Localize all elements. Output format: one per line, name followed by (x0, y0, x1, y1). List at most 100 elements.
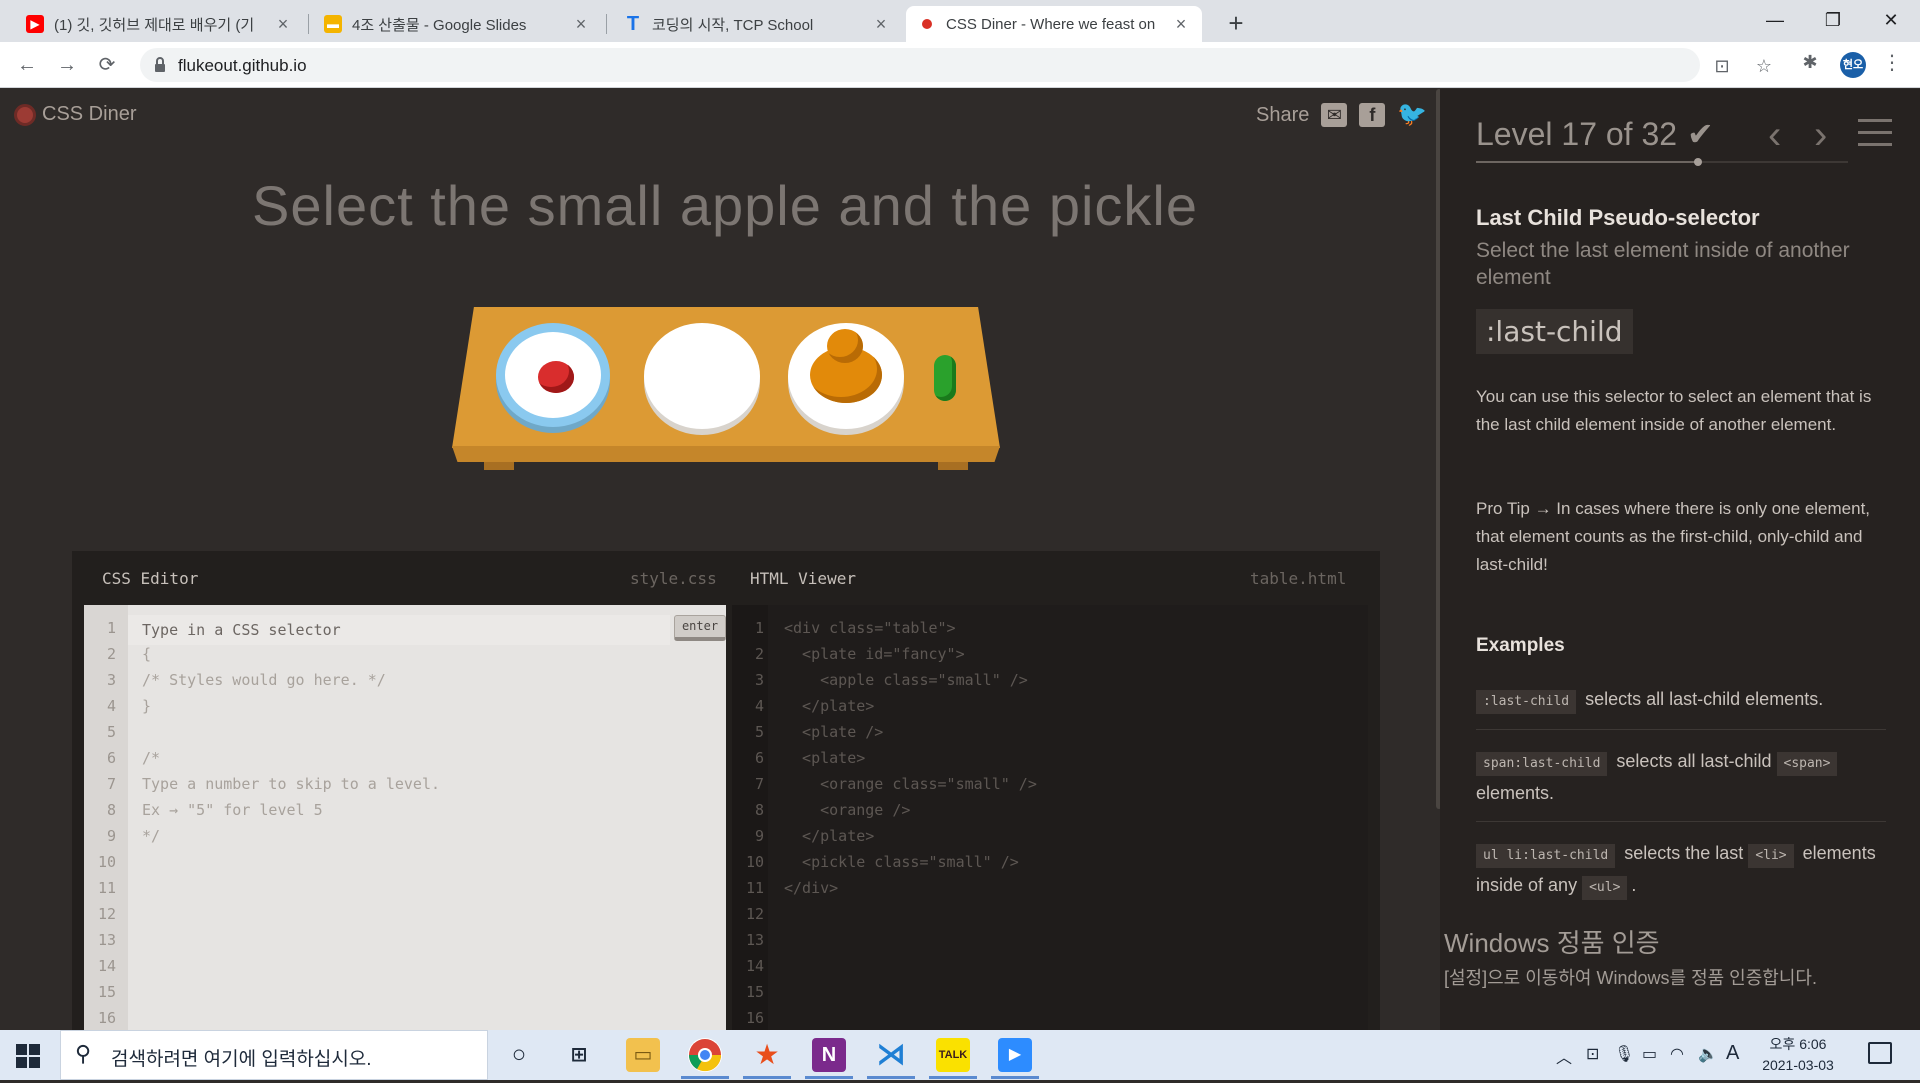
html-line[interactable]: <plate id="fancy"> (784, 645, 965, 663)
search-icon: ⚲ (75, 1041, 92, 1066)
translate-icon[interactable]: ⊡ (1710, 54, 1734, 78)
level-instruction: Select the small apple and the pickle (252, 174, 1198, 237)
close-tab-icon[interactable]: × (274, 14, 292, 35)
vscode-icon[interactable]: ⋊ (874, 1038, 908, 1072)
html-line[interactable]: </div> (784, 879, 838, 897)
close-tab-icon[interactable]: × (572, 14, 590, 35)
example-code: :last-child (1476, 690, 1577, 714)
notification-center-icon[interactable] (1868, 1042, 1892, 1064)
volume-icon[interactable]: 🔈 (1698, 1044, 1718, 1064)
cssdiner-icon (918, 15, 936, 33)
line-number: 10 (97, 853, 116, 871)
twitter-icon[interactable]: 🐦 (1397, 103, 1427, 127)
css-selector-input[interactable] (128, 615, 670, 645)
css-file-name: style.css (630, 569, 717, 588)
html-line[interactable]: <plate /> (784, 723, 883, 741)
logo-icon (14, 103, 36, 126)
empty-plate[interactable] (644, 323, 760, 429)
maximize-button[interactable]: ❐ (1810, 4, 1856, 36)
html-line[interactable]: </plate> (784, 697, 874, 715)
task-view-icon[interactable]: ⊞ (562, 1038, 596, 1072)
facebook-icon[interactable]: f (1359, 103, 1386, 127)
slides-icon: ▬ (324, 15, 342, 33)
previous-level-icon[interactable]: ‹ (1768, 113, 1781, 158)
address-bar[interactable]: flukeout.github.io ⊡ ☆ (140, 48, 1772, 82)
starred-app-icon[interactable]: ★ (750, 1038, 784, 1072)
line-number: 13 (97, 931, 116, 949)
kakaotalk-icon[interactable]: TALK (936, 1038, 970, 1072)
html-viewer-header: HTML Viewer table.html (732, 551, 1368, 605)
clock-time: 오후 6:06 (1769, 1036, 1827, 1052)
level-indicator[interactable]: Level 17 of 32 ✔ (1476, 115, 1714, 153)
example-text: selects the last (1624, 843, 1744, 863)
html-viewer-title: HTML Viewer (750, 569, 856, 588)
bookmark-star-icon[interactable]: ☆ (1752, 54, 1776, 78)
tab-separator (606, 14, 607, 34)
reload-button[interactable]: ⟳ (92, 50, 122, 80)
address-bar-row: ← → ⟳ flukeout.github.io ⊡ ☆ (0, 42, 1920, 88)
html-line[interactable]: <orange class="small" /> (784, 775, 1037, 793)
small-apple[interactable] (538, 361, 574, 393)
extensions-icon[interactable]: ✱ (1798, 50, 1822, 74)
tab-tcp-school[interactable]: T 코딩의 시작, TCP School × (612, 6, 902, 42)
tab-css-diner[interactable]: CSS Diner - Where we feast on × (906, 6, 1202, 42)
code-line: */ (142, 827, 161, 845)
html-line[interactable]: </plate> (784, 827, 874, 845)
site-logo[interactable]: CSS Diner (14, 103, 136, 126)
minimize-button[interactable]: — (1752, 4, 1798, 36)
microphone-icon[interactable]: 🎙 (1614, 1044, 1634, 1064)
onenote-icon[interactable]: N (812, 1038, 846, 1072)
close-tab-icon[interactable]: × (872, 14, 890, 35)
email-icon[interactable]: ✉ (1321, 103, 1348, 127)
level-menu-icon[interactable] (1858, 119, 1892, 155)
example-code: <li> (1748, 844, 1794, 868)
line-number: 8 (106, 801, 116, 819)
html-line[interactable]: <div class="table"> (784, 619, 956, 637)
tray-overflow-icon[interactable]: ︿ (1556, 1044, 1572, 1068)
chrome-icon[interactable] (688, 1038, 722, 1072)
line-number: 10 (745, 853, 764, 871)
next-level-icon[interactable]: › (1814, 113, 1827, 158)
browser-menu-icon[interactable]: ⋮ (1882, 50, 1902, 75)
css-diner-page: CSS Diner Share ✉ f 🐦 Select the small a… (0, 89, 1920, 1030)
enter-button[interactable]: enter (674, 615, 726, 641)
small-pickle[interactable] (934, 355, 956, 401)
html-line[interactable]: <plate> (784, 749, 865, 767)
line-number: 2 (106, 645, 116, 663)
taskbar-search-box[interactable]: ⚲ 검색하려면 여기에 입력하십시오. (60, 1030, 488, 1080)
active-app-indicator (991, 1076, 1039, 1079)
selector-title: Last Child Pseudo-selector (1476, 205, 1760, 230)
close-tab-icon[interactable]: × (1172, 14, 1190, 35)
battery-icon[interactable]: ▭ (1642, 1044, 1657, 1064)
forward-button[interactable]: → (52, 50, 82, 80)
tray-app-icon[interactable]: ⊡ (1586, 1044, 1599, 1064)
share-label: Share (1256, 103, 1310, 126)
back-button[interactable]: ← (12, 50, 42, 80)
level-progress-knob (1694, 158, 1702, 166)
code-line: /* Styles would go here. */ (142, 671, 386, 689)
line-number: 15 (745, 983, 764, 1001)
tab-google-slides[interactable]: ▬ 4조 산출물 - Google Slides × (312, 6, 602, 42)
line-number: 16 (97, 1009, 116, 1027)
example-item: span:last-child selects all last-child <… (1476, 745, 1886, 809)
html-line[interactable]: <orange /> (784, 801, 910, 819)
tab-youtube[interactable]: ▶ (1) 깃, 깃허브 제대로 배우기 (기 × (14, 6, 304, 42)
zoom-icon[interactable]: ▶ (998, 1038, 1032, 1072)
file-explorer-icon[interactable]: ▭ (626, 1038, 660, 1072)
pro-tip-paragraph: Pro Tip → In cases where there is only o… (1476, 499, 1871, 574)
taskbar-clock[interactable]: 오후 6:06 2021-03-03 (1748, 1034, 1848, 1076)
example-text: elements. (1476, 783, 1555, 803)
wifi-icon[interactable]: ◠ (1670, 1044, 1684, 1064)
active-app-indicator (867, 1076, 915, 1079)
profile-avatar[interactable]: 현오 (1840, 52, 1866, 78)
new-tab-button[interactable]: + (1222, 8, 1250, 39)
example-text: selects all last-child elements. (1585, 689, 1824, 709)
cortana-icon[interactable]: ○ (502, 1038, 536, 1072)
html-line[interactable]: <apple class="small" /> (784, 671, 1028, 689)
windows-start-icon[interactable] (16, 1044, 40, 1068)
close-window-button[interactable]: ✕ (1868, 4, 1914, 36)
ime-indicator[interactable]: A (1726, 1042, 1739, 1065)
small-orange[interactable] (827, 329, 863, 363)
html-line[interactable]: <pickle class="small" /> (784, 853, 1019, 871)
html-file-name: table.html (1250, 569, 1347, 588)
